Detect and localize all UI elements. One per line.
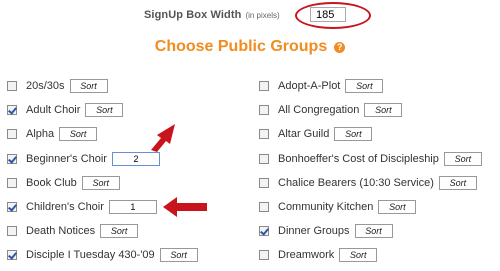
sort-order-input[interactable]: 1: [108, 200, 157, 214]
group-checkbox-death-notices[interactable]: [7, 226, 17, 237]
group-row-beginner-s-choir: Beginner's Choir 2: [7, 150, 160, 168]
group-checkbox-all-congregation[interactable]: [259, 105, 269, 116]
group-checkbox-community-kitchen[interactable]: [259, 202, 269, 212]
red-arrow-icon: [163, 197, 207, 217]
group-checkbox-disciple-i-tuesday-430-09[interactable]: [7, 250, 17, 261]
sort-order-input[interactable]: Sort: [354, 224, 393, 239]
group-label: Community Kitchen: [278, 201, 374, 213]
group-label: Death Notices: [26, 225, 96, 238]
help-icon[interactable]: ?: [334, 41, 346, 53]
sort-order-input[interactable]: Sort: [59, 127, 98, 142]
group-row-book-club: Book Club Sort: [7, 174, 120, 192]
group-checkbox-alpha[interactable]: [7, 129, 17, 140]
group-row-chalice-bearers-10-30-service: Chalice Bearers (10:30 Service) Sort: [259, 174, 477, 192]
signup-box-width-label: SignUp Box Width: [144, 9, 242, 21]
sort-order-input[interactable]: Sort: [364, 103, 403, 118]
sort-order-input[interactable]: Sort: [438, 175, 477, 190]
group-row-adopt-a-plot: Adopt-A-Plot Sort: [259, 77, 384, 95]
group-row-20s-30s: 20s/30s Sort: [7, 77, 108, 95]
sort-order-input[interactable]: Sort: [69, 79, 108, 93]
group-checkbox-children-s-choir[interactable]: [7, 202, 17, 212]
group-label: Beginner's Choir: [26, 152, 107, 165]
signup-box-width-row: SignUp Box Width (in pixels): [144, 6, 280, 24]
group-row-dreamwork: Dreamwork Sort: [259, 246, 378, 264]
group-row-bonhoeffer-s-cost-of-discipleship: Bonhoeffer's Cost of Discipleship Sort: [259, 150, 482, 168]
group-checkbox-book-club[interactable]: [7, 177, 17, 188]
group-label: Children's Choir: [26, 201, 104, 213]
page-title: Choose Public Groups: [154, 38, 328, 55]
group-checkbox-dinner-groups[interactable]: [259, 226, 269, 237]
group-label: All Congregation: [278, 104, 360, 117]
section-title: Choose Public Groups ?: [0, 38, 500, 56]
sort-order-input[interactable]: Sort: [345, 79, 384, 93]
group-label: Chalice Bearers (10:30 Service): [278, 176, 434, 189]
group-label: Altar Guild: [278, 128, 330, 141]
group-checkbox-altar-guild[interactable]: [259, 129, 269, 140]
group-row-death-notices: Death Notices Sort: [7, 222, 139, 240]
group-label: Book Club: [26, 176, 77, 189]
group-label: 20s/30s: [26, 80, 65, 92]
group-row-adult-choir: Adult Choir Sort: [7, 101, 124, 119]
group-label: Adult Choir: [26, 104, 81, 117]
red-arrow-icon: [151, 124, 175, 152]
group-label: Dinner Groups: [278, 225, 350, 238]
group-label: Adopt-A-Plot: [278, 80, 341, 92]
group-checkbox-chalice-bearers-10-30-service[interactable]: [259, 177, 269, 188]
group-row-dinner-groups: Dinner Groups Sort: [259, 222, 393, 240]
group-row-disciple-i-tuesday-430-09: Disciple I Tuesday 430-'09 Sort: [7, 246, 198, 264]
group-checkbox-adopt-a-plot[interactable]: [259, 81, 269, 91]
group-label: Disciple I Tuesday 430-'09: [26, 249, 155, 262]
group-label: Bonhoeffer's Cost of Discipleship: [278, 152, 439, 165]
sort-order-input[interactable]: Sort: [443, 151, 482, 166]
sort-order-input[interactable]: Sort: [334, 127, 373, 142]
group-row-all-congregation: All Congregation Sort: [259, 101, 403, 119]
group-checkbox-adult-choir[interactable]: [7, 105, 17, 116]
sort-order-input[interactable]: Sort: [81, 175, 120, 190]
group-checkbox-20s-30s[interactable]: [7, 81, 17, 91]
group-row-alpha: Alpha Sort: [7, 125, 98, 143]
group-row-community-kitchen: Community Kitchen Sort: [259, 198, 417, 216]
sort-order-input[interactable]: Sort: [100, 224, 139, 239]
group-label: Dreamwork: [278, 249, 335, 262]
group-checkbox-dreamwork[interactable]: [259, 250, 269, 261]
sort-order-input[interactable]: Sort: [378, 200, 417, 214]
sort-order-input[interactable]: 2: [111, 151, 160, 166]
group-label: Alpha: [26, 128, 55, 141]
sort-order-input[interactable]: Sort: [85, 103, 124, 118]
sort-order-input[interactable]: Sort: [159, 248, 198, 263]
group-checkbox-beginner-s-choir[interactable]: [7, 153, 17, 164]
sort-order-input[interactable]: Sort: [339, 248, 378, 263]
group-row-children-s-choir: Children's Choir 1: [7, 198, 157, 216]
red-highlight-ellipse: [295, 2, 371, 29]
signup-box-width-unit: (in pixels): [245, 10, 280, 20]
group-row-altar-guild: Altar Guild Sort: [259, 125, 373, 143]
group-checkbox-bonhoeffer-s-cost-of-discipleship[interactable]: [259, 153, 269, 164]
